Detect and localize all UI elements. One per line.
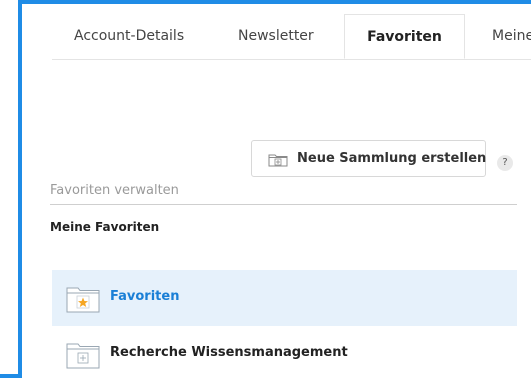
focus-border-top [18,0,531,4]
favorites-item-label: Recherche Wissensmanagement [110,345,348,360]
manage-divider [50,204,517,205]
star-folder-icon [66,287,100,313]
favorites-list-item-recherche[interactable]: Recherche Wissensmanagement [52,326,517,382]
account-tabs: Account-Details Newsletter Favoriten Mei… [52,14,531,60]
folder-plus-icon [268,154,288,167]
focus-border-left [18,0,22,378]
favorites-item-label: Favoriten [110,289,180,304]
tab-newsletter[interactable]: Newsletter [238,14,314,59]
folder-icon [66,343,100,369]
focus-border-bottom [0,374,22,378]
create-collection-label: Neue Sammlung erstellen [297,151,487,166]
help-icon[interactable]: ? [497,155,513,171]
favorites-list-item-favoriten[interactable]: Favoriten [52,270,517,326]
my-favorites-heading: Meine Favoriten [50,220,160,234]
tab-account-details[interactable]: Account-Details [74,14,184,59]
create-collection-button[interactable]: Neue Sammlung erstellen [251,140,486,177]
page-frame: Account-Details Newsletter Favoriten Mei… [0,0,531,387]
tab-meine[interactable]: Meine [492,14,531,59]
tab-favoriten[interactable]: Favoriten [344,14,465,59]
manage-favorites-label: Favoriten verwalten [50,183,179,198]
